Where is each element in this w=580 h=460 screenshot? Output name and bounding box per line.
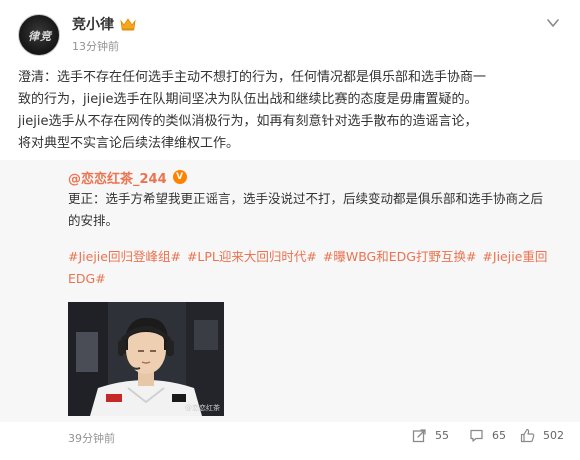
author-name[interactable]: 竞小律 xyxy=(72,14,114,34)
hashtag-link-tail[interactable]: EDG# xyxy=(68,271,106,286)
retweet-time[interactable]: 39分钟前 xyxy=(68,430,115,446)
post-time[interactable]: 13分钟前 xyxy=(72,38,119,54)
retweet-author-row: @恋恋红茶_244 V xyxy=(68,166,187,188)
hashtag-link[interactable]: #曝WBG和EDG打野互换# xyxy=(323,249,477,264)
author-avatar[interactable]: 律竞 xyxy=(18,14,60,56)
hashtag-link[interactable]: #LPL迎来大回归时代# xyxy=(187,249,317,264)
like-count: 502 xyxy=(543,429,564,442)
hashtag-link[interactable]: #Jiejie重回 xyxy=(482,249,547,264)
post-paragraph-line: 将对典型不实言论后续法律维权工作。 xyxy=(18,136,240,151)
weibo-post-card: 律竞 竞小律 13分钟前 澄清：选手不存在任何选手主动不想打的行为，任何情况都是… xyxy=(0,0,580,460)
avatar-logo-text: 律竞 xyxy=(28,30,52,43)
chevron-down-icon[interactable] xyxy=(544,14,562,32)
hashtag-list: #Jiejie回归登峰组# #LPL迎来大回归时代# #曝WBG和EDG打野互换# #… xyxy=(68,246,568,290)
post-body: 澄清：选手不存在任何选手主动不想打的行为，任何情况都是俱乐部和选手协商一 致的行… xyxy=(18,67,568,155)
retweet-text-line: 的安排。 xyxy=(68,213,119,228)
hashtag-link[interactable]: #Jiejie回归登峰组# xyxy=(68,249,181,264)
share-button[interactable]: 55 xyxy=(412,428,449,443)
like-button[interactable]: 502 xyxy=(520,428,564,443)
retweet-text: 更正：选手方希望我更正谣言，选手没说过不打，后续变动都是俱乐部和选手协商之后 的… xyxy=(68,188,568,232)
comment-count: 65 xyxy=(492,429,506,442)
crown-icon xyxy=(120,18,136,31)
image-watermark: @恋恋红茶 xyxy=(185,404,220,412)
retweet-text-line: 更正：选手方希望我更正谣言，选手没说过不打，后续变动都是俱乐部和选手协商之后 xyxy=(68,191,544,206)
thumbs-up-icon xyxy=(520,428,535,443)
post-paragraph-line: 澄清：选手不存在任何选手主动不想打的行为，任何情况都是俱乐部和选手协商一 xyxy=(18,70,487,85)
author-row: 竞小律 xyxy=(72,14,136,34)
post-paragraph-line: jiejie选手从不存在网传的类似消极行为，如再有刻意针对选手散布的造谣言论， xyxy=(18,114,478,129)
verified-badge-icon: V xyxy=(172,170,187,184)
retweet-box[interactable]: @恋恋红茶_244 V 更正：选手方希望我更正谣言，选手没说过不打，后续变动都是… xyxy=(0,160,580,422)
player-photo-illustration xyxy=(68,302,224,416)
comment-icon xyxy=(470,429,483,442)
comment-button[interactable]: 65 xyxy=(469,428,506,443)
retweet-image[interactable]: @恋恋红茶 xyxy=(68,302,224,416)
share-count: 55 xyxy=(435,429,449,442)
share-icon xyxy=(412,429,426,443)
retweet-author[interactable]: @恋恋红茶_244 xyxy=(68,168,167,187)
post-paragraph-line: 致的行为，jiejie选手在队期间坚决为队伍出战和继续比赛的态度是毋庸置疑的。 xyxy=(18,92,478,107)
